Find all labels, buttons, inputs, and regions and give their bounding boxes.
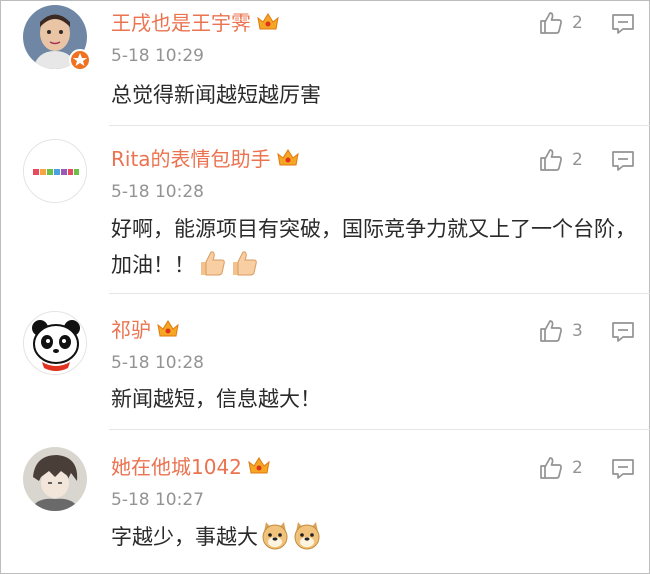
avatar[interactable] bbox=[23, 447, 87, 511]
thumbs-up-icon bbox=[540, 320, 562, 342]
divider bbox=[109, 125, 650, 126]
like-count: 2 bbox=[572, 458, 583, 478]
comment-time: 5-18 10:29 bbox=[111, 46, 204, 66]
comment-time: 5-18 10:28 bbox=[111, 353, 204, 373]
avatar[interactable] bbox=[23, 311, 87, 375]
username-text[interactable]: 她在他城1042 bbox=[111, 455, 242, 479]
verified-badge-icon bbox=[69, 49, 91, 71]
comment-item: Rita的表情包助手 5-18 10:28 好啊，能源项目有突破，国际竞争力就又… bbox=[1, 127, 650, 295]
reply-comment-icon[interactable] bbox=[611, 13, 635, 35]
avatar[interactable] bbox=[23, 139, 87, 203]
like-button[interactable]: 2 bbox=[538, 147, 583, 173]
like-button[interactable]: 2 bbox=[538, 10, 583, 36]
comment-item: 祁驴 5-18 10:28 新闻越短，信息越大！ 3 bbox=[1, 295, 650, 431]
divider bbox=[109, 293, 650, 294]
panda-cartoon-avatar-icon bbox=[24, 312, 86, 374]
anime-character-avatar-icon bbox=[23, 447, 87, 511]
thumbs-up-emoji-icon bbox=[201, 251, 225, 276]
comment-text-content: 好啊，能源项目有突破，国际竞争力就又上了一个台阶，加油！！ bbox=[111, 217, 636, 277]
comment-item: 王戌也是王宇霁 5-18 10:29 总觉得新闻越短越厉害 2 bbox=[1, 1, 650, 127]
vip-crown-icon bbox=[257, 13, 279, 30]
comment-time: 5-18 10:28 bbox=[111, 182, 204, 202]
like-count: 2 bbox=[572, 150, 583, 170]
comment-item: 她在他城1042 5-18 10:27 字越少，事越大 2 bbox=[1, 431, 650, 574]
comment-text-content: 字越少，事越大 bbox=[111, 525, 258, 549]
thumbs-up-icon bbox=[540, 12, 562, 34]
reply-comment-icon[interactable] bbox=[611, 458, 635, 480]
comment-text: 新闻越短，信息越大！ bbox=[111, 387, 321, 411]
like-button[interactable]: 2 bbox=[538, 455, 583, 481]
colorful-text-logo-avatar-icon bbox=[24, 140, 86, 202]
comment-text: 好啊，能源项目有突破，国际竞争力就又上了一个台阶，加油！！ bbox=[111, 211, 636, 283]
comment-text: 字越少，事越大 bbox=[111, 519, 636, 555]
username[interactable]: 祁驴 bbox=[111, 318, 181, 342]
doge-emoji-icon bbox=[294, 522, 320, 550]
username[interactable]: 王戌也是王宇霁 bbox=[111, 11, 281, 35]
like-button[interactable]: 3 bbox=[538, 318, 583, 344]
username-text[interactable]: Rita的表情包助手 bbox=[111, 147, 271, 171]
like-count: 3 bbox=[572, 321, 583, 341]
doge-emoji-icon bbox=[262, 522, 288, 550]
reply-comment-icon[interactable] bbox=[611, 150, 635, 172]
thumbs-up-icon bbox=[540, 457, 562, 479]
like-count: 2 bbox=[572, 13, 583, 33]
divider bbox=[109, 429, 650, 430]
username[interactable]: Rita的表情包助手 bbox=[111, 147, 301, 171]
vip-crown-icon bbox=[157, 320, 179, 337]
username[interactable]: 她在他城1042 bbox=[111, 455, 272, 479]
comment-text: 总觉得新闻越短越厉害 bbox=[111, 83, 321, 107]
thumbs-up-emoji-icon bbox=[233, 251, 257, 276]
reply-comment-icon[interactable] bbox=[611, 321, 635, 343]
comment-list: 王戌也是王宇霁 5-18 10:29 总觉得新闻越短越厉害 2 Rita的表情包… bbox=[0, 0, 650, 574]
username-text[interactable]: 王戌也是王宇霁 bbox=[111, 11, 251, 35]
vip-crown-icon bbox=[276, 149, 299, 166]
comment-time: 5-18 10:27 bbox=[111, 490, 204, 510]
thumbs-up-icon bbox=[540, 149, 562, 171]
username-text[interactable]: 祁驴 bbox=[111, 318, 151, 342]
vip-crown-icon bbox=[248, 457, 270, 474]
